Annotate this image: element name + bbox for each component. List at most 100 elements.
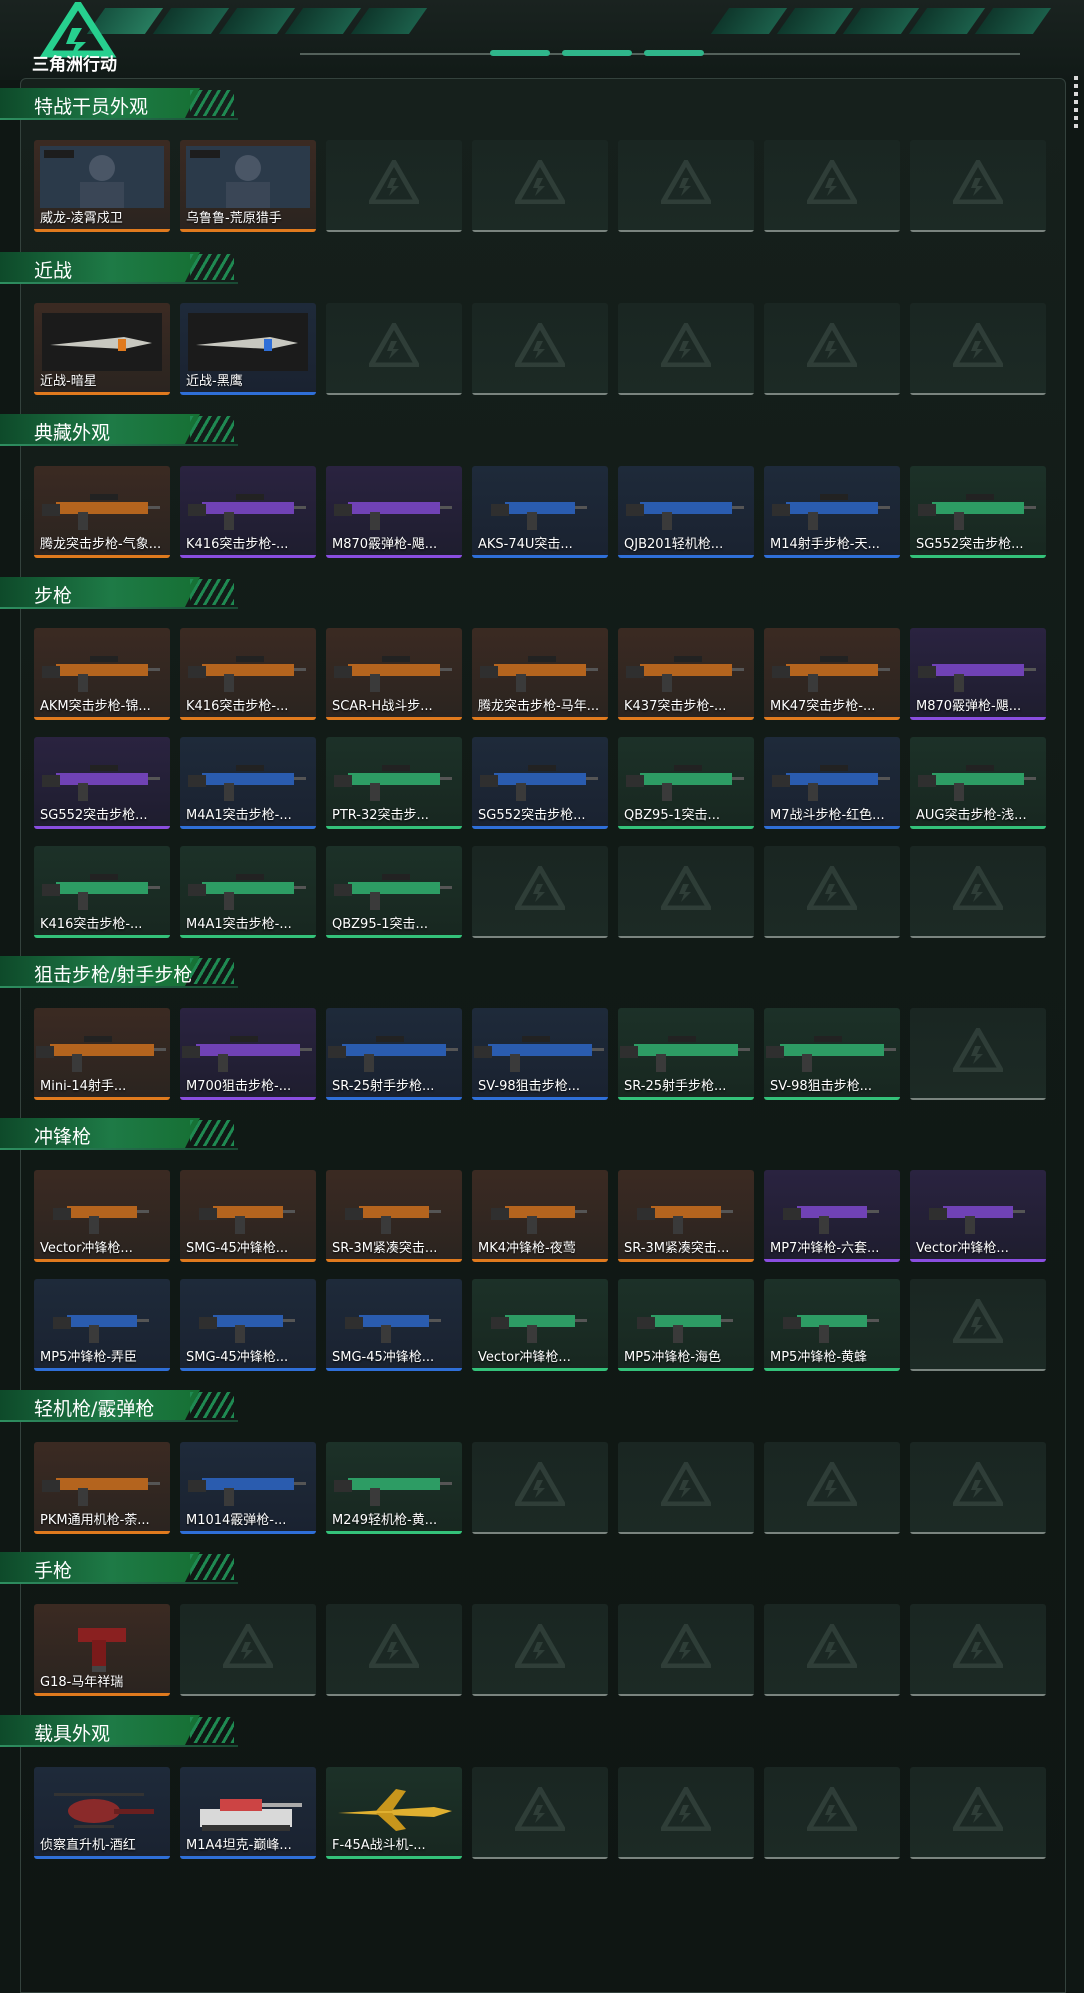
rarity-bar xyxy=(618,555,754,558)
item-card[interactable]: M249轻机枪-黄... xyxy=(326,1442,462,1534)
item-card[interactable]: SMG-45冲锋枪... xyxy=(180,1170,316,1262)
item-card[interactable]: K416突击步枪-... xyxy=(180,466,316,558)
item-card[interactable]: SMG-45冲锋枪... xyxy=(326,1279,462,1371)
item-card[interactable]: SMG-45冲锋枪... xyxy=(180,1279,316,1371)
item-card[interactable]: AKM突击步枪-锦... xyxy=(34,628,170,720)
item-card[interactable]: M14射手步枪-天... xyxy=(764,466,900,558)
section-header: 狙击步枪/射手步枪 xyxy=(0,954,240,988)
item-label: SV-98狙击步枪... xyxy=(478,1079,581,1094)
section-title: 轻机枪/霰弹枪 xyxy=(34,1398,155,1420)
empty-slot xyxy=(764,846,900,938)
left-stripe-decoration xyxy=(86,8,428,34)
item-card[interactable]: MP5冲锋枪-海色 xyxy=(618,1279,754,1371)
item-card[interactable]: M4A1突击步枪-... xyxy=(180,737,316,829)
item-card[interactable]: QJB201轻机枪... xyxy=(618,466,754,558)
placeholder-logo-icon xyxy=(953,1299,1003,1343)
empty-slot xyxy=(910,1604,1046,1696)
placeholder-logo-icon xyxy=(661,866,711,910)
rarity-bar xyxy=(618,717,754,720)
item-card[interactable]: 腾龙突击步枪-气象... xyxy=(34,466,170,558)
item-card[interactable]: 近战-黑鹰 xyxy=(180,303,316,395)
item-card[interactable]: G18-马年祥瑞 xyxy=(34,1604,170,1696)
section-title: 狙击步枪/射手步枪 xyxy=(34,964,193,986)
rarity-bar xyxy=(34,229,170,232)
placeholder-logo-icon xyxy=(369,1624,419,1668)
rarity-bar xyxy=(764,1694,900,1696)
item-card[interactable]: M1014霰弹枪-... xyxy=(180,1442,316,1534)
item-card[interactable]: SG552突击步枪... xyxy=(34,737,170,829)
item-card[interactable]: MP5冲锋枪-黄蜂 xyxy=(764,1279,900,1371)
rarity-bar xyxy=(472,826,608,829)
item-card[interactable]: 威龙-凌霄戍卫 xyxy=(34,140,170,232)
item-card[interactable]: M7战斗步枪-红色... xyxy=(764,737,900,829)
placeholder-logo-icon xyxy=(953,323,1003,367)
item-card[interactable]: MP7冲锋枪-六套... xyxy=(764,1170,900,1262)
scrollbar[interactable] xyxy=(1074,76,1078,128)
rarity-bar xyxy=(326,1097,462,1100)
item-card[interactable]: QBZ95-1突击... xyxy=(618,737,754,829)
item-label: 腾龙突击步枪-马年... xyxy=(478,699,600,714)
item-card[interactable]: K416突击步枪-... xyxy=(34,846,170,938)
section-header: 载具外观 xyxy=(0,1713,240,1747)
section-title: 特战干员外观 xyxy=(34,96,149,118)
rarity-bar xyxy=(472,393,608,395)
item-card[interactable]: SV-98狙击步枪... xyxy=(472,1008,608,1100)
item-card[interactable]: SR-25射手步枪... xyxy=(326,1008,462,1100)
item-card[interactable]: M1A4坦克-巅峰... xyxy=(180,1767,316,1859)
rarity-bar xyxy=(910,1857,1046,1859)
item-card[interactable]: Vector冲锋枪... xyxy=(472,1279,608,1371)
item-label: SR-25射手步枪... xyxy=(332,1079,435,1094)
rarity-bar xyxy=(326,393,462,395)
placeholder-logo-icon xyxy=(807,160,857,204)
item-card[interactable]: M870霰弹枪-飓... xyxy=(910,628,1046,720)
section-header: 步枪 xyxy=(0,575,240,609)
placeholder-logo-icon xyxy=(515,1624,565,1668)
rarity-bar xyxy=(472,1857,608,1859)
rarity-bar xyxy=(34,826,170,829)
item-card[interactable]: MK4冲锋枪-夜莺 xyxy=(472,1170,608,1262)
item-card[interactable]: 腾龙突击步枪-马年... xyxy=(472,628,608,720)
item-card[interactable]: 乌鲁鲁-荒原猎手 xyxy=(180,140,316,232)
item-card[interactable]: M4A1突击步枪-... xyxy=(180,846,316,938)
item-card[interactable]: SV-98狙击步枪... xyxy=(764,1008,900,1100)
item-card[interactable]: PKM通用机枪-荼... xyxy=(34,1442,170,1534)
item-card[interactable]: F-45A战斗机-... xyxy=(326,1767,462,1859)
empty-slot xyxy=(910,303,1046,395)
item-card[interactable]: Vector冲锋枪... xyxy=(34,1170,170,1262)
empty-slot xyxy=(764,140,900,232)
item-card[interactable]: K416突击步枪-... xyxy=(180,628,316,720)
item-card[interactable]: AUG突击步枪-浅... xyxy=(910,737,1046,829)
item-card[interactable]: Vector冲锋枪... xyxy=(910,1170,1046,1262)
item-card[interactable]: SR-3M紧凑突击... xyxy=(326,1170,462,1262)
item-card[interactable]: 近战-暗星 xyxy=(34,303,170,395)
placeholder-logo-icon xyxy=(807,1462,857,1506)
item-card[interactable]: MP5冲锋枪-弄臣 xyxy=(34,1279,170,1371)
rarity-bar xyxy=(180,1531,316,1534)
rarity-bar xyxy=(472,1694,608,1696)
item-card[interactable]: SR-25射手步枪... xyxy=(618,1008,754,1100)
item-card[interactable]: SR-3M紧凑突击... xyxy=(618,1170,754,1262)
item-card[interactable]: SCAR-H战斗步... xyxy=(326,628,462,720)
rarity-bar xyxy=(764,826,900,829)
item-card[interactable]: SG552突击步枪... xyxy=(472,737,608,829)
rarity-bar xyxy=(764,393,900,395)
rarity-bar xyxy=(180,229,316,232)
item-card[interactable]: M700狙击步枪-... xyxy=(180,1008,316,1100)
item-card[interactable]: M870霰弹枪-飓... xyxy=(326,466,462,558)
placeholder-logo-icon xyxy=(953,1787,1003,1831)
item-card[interactable]: K437突击步枪-... xyxy=(618,628,754,720)
item-label: MP5冲锋枪-黄蜂 xyxy=(770,1350,868,1365)
item-card[interactable]: Mini-14射手... xyxy=(34,1008,170,1100)
item-card[interactable]: QBZ95-1突击... xyxy=(326,846,462,938)
item-label: M4A1突击步枪-... xyxy=(186,917,292,932)
item-label: AUG突击步枪-浅... xyxy=(916,808,1027,823)
rarity-bar xyxy=(764,555,900,558)
item-label: M870霰弹枪-飓... xyxy=(332,537,438,552)
rarity-bar xyxy=(910,555,1046,558)
item-card[interactable]: SG552突击步枪... xyxy=(910,466,1046,558)
rarity-bar xyxy=(618,230,754,232)
item-card[interactable]: MK47突击步枪-... xyxy=(764,628,900,720)
item-card[interactable]: PTR-32突击步... xyxy=(326,737,462,829)
item-card[interactable]: 侦察直升机-酒红 xyxy=(34,1767,170,1859)
item-card[interactable]: AKS-74U突击... xyxy=(472,466,608,558)
